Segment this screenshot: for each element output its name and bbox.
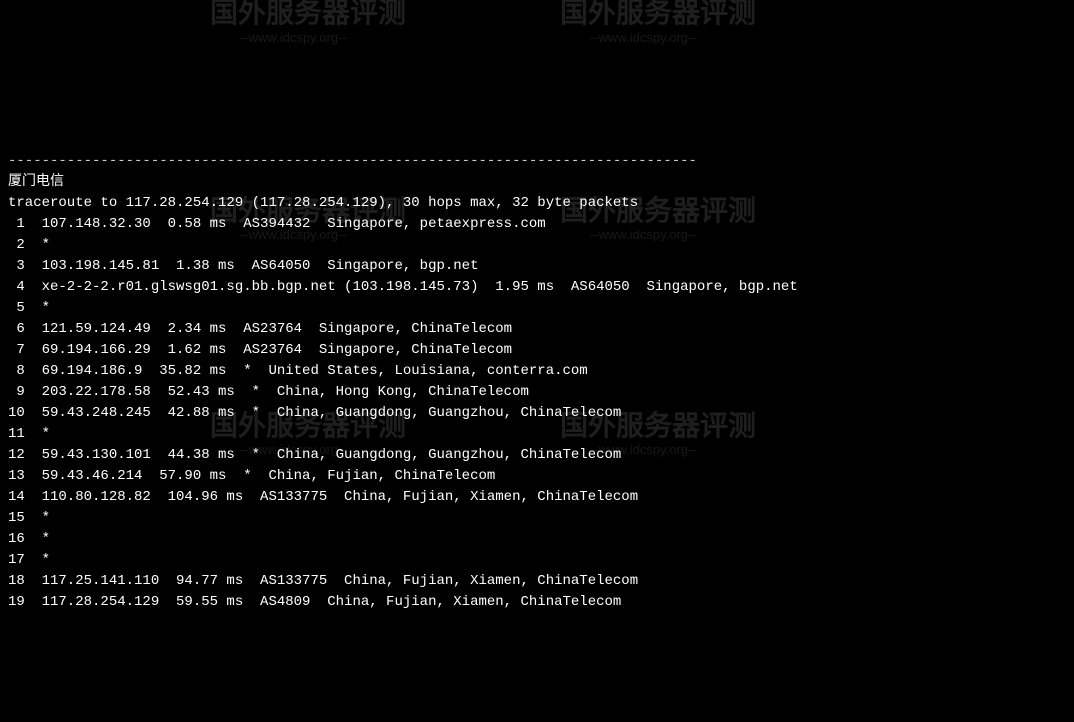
hop-line: 2 * (8, 235, 1066, 256)
hop-line: 18 117.25.141.110 94.77 ms AS133775 Chin… (8, 571, 1066, 592)
hop-list: 1 107.148.32.30 0.58 ms AS394432 Singapo… (8, 214, 1066, 613)
hop-line: 9 203.22.178.58 52.43 ms * China, Hong K… (8, 382, 1066, 403)
hop-line: 4 xe-2-2-2.r01.glswsg01.sg.bb.bgp.net (1… (8, 277, 1066, 298)
hop-line: 19 117.28.254.129 59.55 ms AS4809 China,… (8, 592, 1066, 613)
watermark-url: --www.idcspy.org-- (590, 28, 697, 48)
hop-line: 3 103.198.145.81 1.38 ms AS64050 Singapo… (8, 256, 1066, 277)
hop-line: 6 121.59.124.49 2.34 ms AS23764 Singapor… (8, 319, 1066, 340)
hop-line: 10 59.43.248.245 42.88 ms * China, Guang… (8, 403, 1066, 424)
watermark-text: 国外服务器评测 (560, 0, 756, 34)
trace-header: traceroute to 117.28.254.129 (117.28.254… (8, 195, 638, 211)
trace-title: 厦门电信 (8, 174, 64, 190)
hop-line: 16 * (8, 529, 1066, 550)
terminal-output: ----------------------------------------… (8, 130, 1066, 613)
watermark-url: --www.idcspy.org-- (240, 28, 347, 48)
hop-line: 12 59.43.130.101 44.38 ms * China, Guang… (8, 445, 1066, 466)
hop-line: 8 69.194.186.9 35.82 ms * United States,… (8, 361, 1066, 382)
hop-line: 13 59.43.46.214 57.90 ms * China, Fujian… (8, 466, 1066, 487)
hop-line: 11 * (8, 424, 1066, 445)
hop-line: 5 * (8, 298, 1066, 319)
hop-line: 1 107.148.32.30 0.58 ms AS394432 Singapo… (8, 214, 1066, 235)
hop-line: 7 69.194.166.29 1.62 ms AS23764 Singapor… (8, 340, 1066, 361)
watermark-text: 国外服务器评测 (210, 0, 406, 34)
hop-line: 15 * (8, 508, 1066, 529)
hop-line: 17 * (8, 550, 1066, 571)
separator-line: ----------------------------------------… (8, 153, 697, 169)
hop-line: 14 110.80.128.82 104.96 ms AS133775 Chin… (8, 487, 1066, 508)
